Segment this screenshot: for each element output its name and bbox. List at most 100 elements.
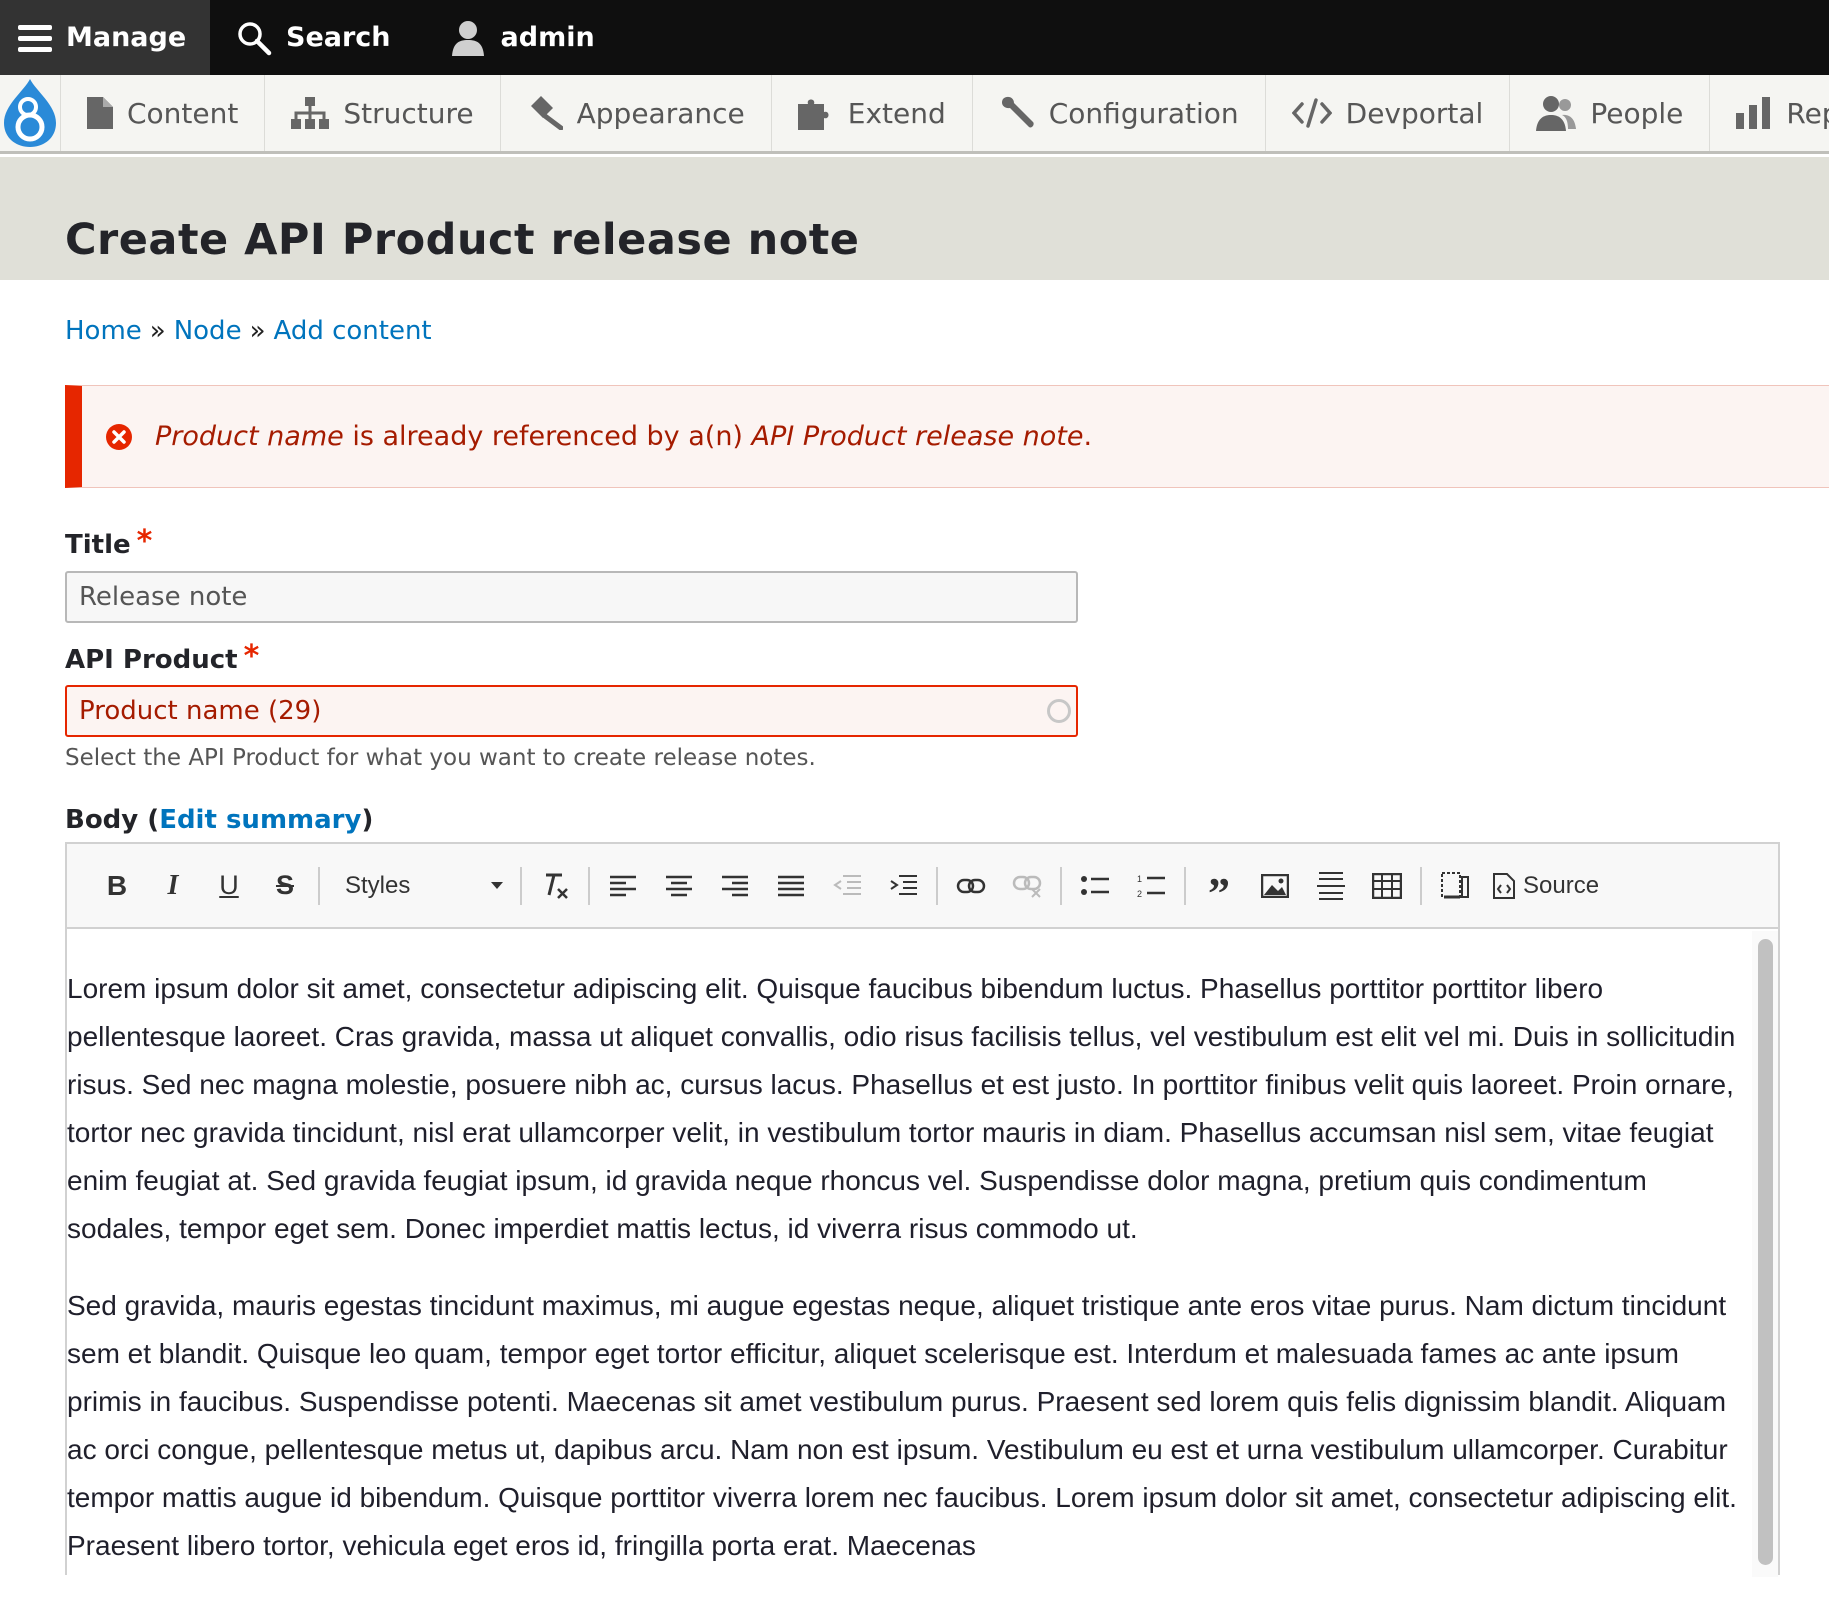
error-text: Product name is already referenced by a(…	[155, 421, 1092, 452]
link-icon	[956, 878, 986, 893]
title-label: Title *	[65, 524, 152, 565]
italic-icon: I	[167, 869, 179, 901]
image-button[interactable]	[1247, 858, 1303, 914]
breadcrumb: Home» Node» Add content	[65, 316, 432, 346]
align-left-button[interactable]	[595, 858, 651, 914]
editor-scrollbar-thumb[interactable]	[1758, 939, 1773, 1565]
people-icon	[1536, 95, 1577, 131]
align-left-icon	[610, 875, 636, 896]
api-product-label-text: API Product	[65, 645, 238, 675]
horizontal-line-button[interactable]	[1303, 858, 1359, 914]
bold-icon: B	[106, 869, 128, 901]
source-button[interactable]: Source	[1483, 858, 1609, 914]
numbered-list-icon: 12	[1137, 874, 1165, 899]
blockquote-button[interactable]: ”	[1191, 858, 1247, 918]
manage-toggle[interactable]: Manage	[0, 0, 210, 75]
api-product-description: Select the API Product for what you want…	[65, 745, 816, 771]
bold-button[interactable]: B	[89, 858, 145, 914]
search-label: Search	[286, 22, 391, 53]
user-menu[interactable]: admin	[409, 0, 613, 75]
tray-item-extend[interactable]: Extend	[772, 75, 973, 151]
horizontal-line-icon	[1317, 871, 1345, 900]
editor-content-area[interactable]: Lorem ipsum dolor sit amet, consectetur …	[67, 931, 1752, 1599]
search-toggle[interactable]: Search	[210, 0, 409, 75]
page-header: Create API Product release note	[0, 157, 1829, 280]
tray-item-label: Repo	[1786, 96, 1829, 130]
quote-icon: ”	[1208, 868, 1230, 918]
tray-item-appearance[interactable]: Appearance	[501, 75, 772, 151]
title-input-value: Release note	[79, 582, 248, 612]
tray-item-content[interactable]: Content	[61, 75, 266, 151]
italic-button[interactable]: I	[145, 858, 201, 914]
body-editor: B I U S Styles 1 2 ” Source Lorem ipsum …	[65, 842, 1780, 1577]
brush-icon	[527, 96, 563, 130]
error-icon	[105, 423, 133, 451]
align-right-icon	[722, 875, 748, 896]
toolbar-separator	[936, 866, 938, 905]
tray-item-devportal[interactable]: Devportal	[1266, 75, 1511, 151]
user-label: admin	[500, 22, 595, 53]
align-center-icon	[666, 875, 692, 896]
wrench-icon	[999, 95, 1035, 131]
styles-label: Styles	[345, 871, 411, 899]
tray-item-structure[interactable]: Structure	[265, 75, 501, 151]
outdent-button[interactable]	[819, 858, 875, 914]
underline-icon: U	[219, 870, 239, 900]
code-icon	[1291, 98, 1332, 128]
editor-scrollbar[interactable]	[1752, 931, 1778, 1577]
tray-item-configuration[interactable]: Configuration	[973, 75, 1266, 151]
media-embed-button[interactable]	[1427, 858, 1483, 914]
error-text-end: .	[1083, 421, 1093, 452]
title-input[interactable]: Release note	[65, 571, 1078, 623]
align-center-button[interactable]	[651, 858, 707, 914]
justify-button[interactable]	[763, 858, 819, 914]
align-right-button[interactable]	[707, 858, 763, 914]
breadcrumb-home[interactable]: Home	[65, 316, 142, 346]
required-marker: *	[136, 524, 153, 559]
unlink-button[interactable]	[999, 858, 1055, 914]
api-product-autocomplete[interactable]: Product name (29)	[65, 685, 1078, 737]
breadcrumb-node[interactable]: Node	[174, 316, 242, 346]
styles-dropdown[interactable]: Styles	[325, 858, 515, 914]
table-button[interactable]	[1359, 858, 1415, 914]
manage-label: Manage	[66, 22, 187, 53]
hamburger-icon	[18, 23, 52, 53]
tray-item-label: Devportal	[1345, 96, 1484, 130]
tray-item-people[interactable]: People	[1510, 75, 1711, 151]
page-title: Create API Product release note	[65, 215, 860, 265]
breadcrumb-separator: »	[249, 316, 266, 346]
toolbar-separator	[1060, 866, 1062, 905]
media-embed-icon	[1441, 871, 1469, 898]
body-label-close-paren: )	[361, 805, 374, 835]
tray-item-label: Configuration	[1048, 96, 1239, 130]
outdent-icon	[833, 874, 861, 895]
strikethrough-button[interactable]: S	[257, 858, 313, 914]
body-label-open-paren: (	[138, 805, 160, 835]
link-button[interactable]	[943, 858, 999, 914]
tray-item-label: Extend	[847, 96, 946, 130]
editor-toolbar: B I U S Styles 1 2 ” Source	[67, 844, 1778, 929]
numbered-list-button[interactable]: 12	[1123, 858, 1179, 914]
admin-toolbar: Manage Search admin	[0, 0, 1829, 75]
breadcrumb-separator: »	[149, 316, 166, 346]
edit-summary-link[interactable]: Edit summary	[159, 805, 361, 835]
toolbar-separator	[318, 866, 320, 905]
svg-text:1: 1	[1137, 874, 1142, 884]
error-text-middle: is already referenced by a(n)	[343, 421, 752, 452]
title-label-text: Title	[65, 530, 131, 560]
underline-button[interactable]: U	[201, 858, 257, 914]
api-product-value: Product name (29)	[79, 696, 322, 726]
drupal-logo[interactable]	[0, 75, 61, 151]
toolbar-separator	[1420, 866, 1422, 905]
tray-item-label: Structure	[343, 96, 474, 130]
bulleted-list-button[interactable]	[1067, 858, 1123, 914]
error-field-name: Product name	[155, 421, 344, 452]
remove-format-button[interactable]	[527, 858, 583, 914]
unlink-icon	[1012, 875, 1042, 898]
body-label: Body (Edit summary)	[65, 805, 373, 835]
tray-item-reports[interactable]: Repo	[1710, 75, 1829, 151]
search-icon	[236, 20, 272, 56]
api-product-label: API Product *	[65, 639, 259, 680]
indent-button[interactable]	[875, 858, 931, 914]
breadcrumb-add-content[interactable]: Add content	[273, 316, 431, 346]
